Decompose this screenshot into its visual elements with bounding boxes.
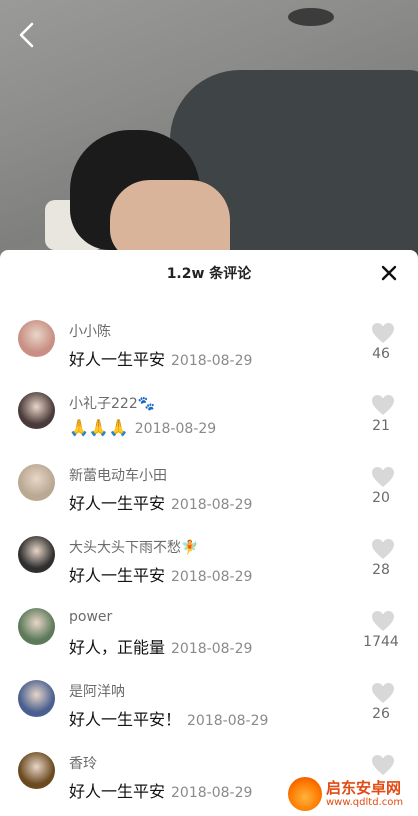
- comment-body: 好人一生平安 2018-08-29: [69, 346, 252, 370]
- comment-item[interactable]: 小礼子222🐾 🙏🙏🙏 2018-08-29 21: [0, 392, 418, 464]
- comment-username[interactable]: 新蕾电动车小田: [69, 465, 167, 485]
- comment-username[interactable]: 大头大头下雨不愁🧚: [69, 537, 198, 557]
- avatar[interactable]: [18, 536, 55, 573]
- close-icon: [381, 265, 397, 281]
- avatar[interactable]: [18, 320, 55, 357]
- comments-header: 1.2w 条评论: [0, 250, 418, 296]
- comment-body: 好人一生平安！ 2018-08-29: [69, 706, 268, 730]
- like-count: 21: [372, 418, 390, 434]
- comment-item[interactable]: 大头大头下雨不愁🧚 好人一生平安 2018-08-29 28: [0, 536, 418, 608]
- like-count: 28: [372, 562, 390, 578]
- back-button[interactable]: [14, 20, 42, 50]
- like-count: 20: [372, 490, 390, 506]
- avatar-image: [18, 608, 55, 645]
- avatar-image: [18, 536, 55, 573]
- avatar-image: [18, 680, 55, 717]
- watermark: 启东安卓网 www.qdltd.com: [288, 774, 416, 814]
- heart-icon: [372, 683, 394, 703]
- like-count: 1744: [363, 634, 399, 650]
- comment-body: 🙏🙏🙏 2018-08-29: [69, 418, 216, 437]
- video-detail: [288, 8, 334, 26]
- comment-text: 好人一生平安: [69, 782, 166, 801]
- comment-item[interactable]: 新蕾电动车小田 好人一生平安 2018-08-29 20: [0, 464, 418, 536]
- comment-username[interactable]: 小小陈: [69, 321, 111, 341]
- avatar[interactable]: [18, 680, 55, 717]
- heart-icon: [372, 467, 394, 487]
- heart-icon: [372, 395, 394, 415]
- comment-text: 好人，正能量: [69, 638, 166, 657]
- comment-date: 2018-08-29: [171, 785, 253, 801]
- comments-panel: 1.2w 条评论 小小陈好人一生平安 2018-08-29 46 小礼子222🐾 🙏🙏🙏…: [0, 250, 418, 816]
- video-person-face: [110, 180, 230, 260]
- watermark-url: www.qdltd.com: [326, 797, 404, 808]
- avatar-image: [18, 464, 55, 501]
- comment-text: 好人一生平安: [69, 494, 166, 513]
- comment-item[interactable]: 小小陈好人一生平安 2018-08-29 46: [0, 320, 418, 392]
- comment-date: 2018-08-29: [134, 421, 217, 437]
- like-count: 46: [372, 346, 390, 362]
- comment-item[interactable]: 是阿洋呐好人一生平安！ 2018-08-29 26: [0, 680, 418, 752]
- comment-count-title: 1.2w 条评论: [166, 266, 252, 282]
- comment-username[interactable]: power: [69, 609, 112, 625]
- video-background: [0, 0, 418, 262]
- comment-text: 好人一生平安: [69, 350, 166, 369]
- avatar[interactable]: [18, 392, 55, 429]
- comment-text: 好人一生平安！: [69, 710, 182, 729]
- comment-body: 好人一生平安 2018-08-29: [69, 778, 252, 802]
- avatar[interactable]: [18, 752, 55, 789]
- chevron-left-icon: [19, 22, 34, 48]
- heart-icon: [372, 323, 394, 343]
- comment-date: 2018-08-29: [171, 569, 253, 585]
- comment-body: 好人一生平安 2018-08-29: [69, 490, 252, 514]
- close-button[interactable]: [378, 262, 400, 284]
- comment-item[interactable]: power 好人，正能量 2018-08-29 1744: [0, 608, 418, 680]
- comment-date: 2018-08-29: [171, 353, 253, 369]
- heart-icon: [372, 611, 394, 631]
- heart-icon: [372, 539, 394, 559]
- comment-text: 🙏🙏🙏: [69, 418, 129, 437]
- comment-date: 2018-08-29: [187, 713, 269, 729]
- avatar-image: [18, 320, 55, 357]
- watermark-text: 启东安卓网 www.qdltd.com: [326, 779, 403, 809]
- comment-date: 2018-08-29: [171, 641, 253, 657]
- comment-username[interactable]: 香玲: [69, 753, 97, 773]
- avatar[interactable]: [18, 608, 55, 645]
- comment-body: 好人一生平安 2018-08-29: [69, 562, 252, 586]
- like-count: 26: [372, 706, 390, 722]
- comment-date: 2018-08-29: [171, 497, 253, 513]
- avatar[interactable]: [18, 464, 55, 501]
- comment-username[interactable]: 是阿洋呐: [69, 681, 125, 701]
- comment-body: 好人，正能量 2018-08-29: [69, 634, 252, 658]
- watermark-name: 启东安卓网: [326, 779, 402, 797]
- comment-text: 好人一生平安: [69, 566, 166, 585]
- comment-username[interactable]: 小礼子222🐾: [69, 393, 155, 413]
- heart-icon: [372, 755, 394, 775]
- watermark-logo-icon: [288, 777, 322, 811]
- avatar-image: [18, 392, 55, 429]
- avatar-image: [18, 752, 55, 789]
